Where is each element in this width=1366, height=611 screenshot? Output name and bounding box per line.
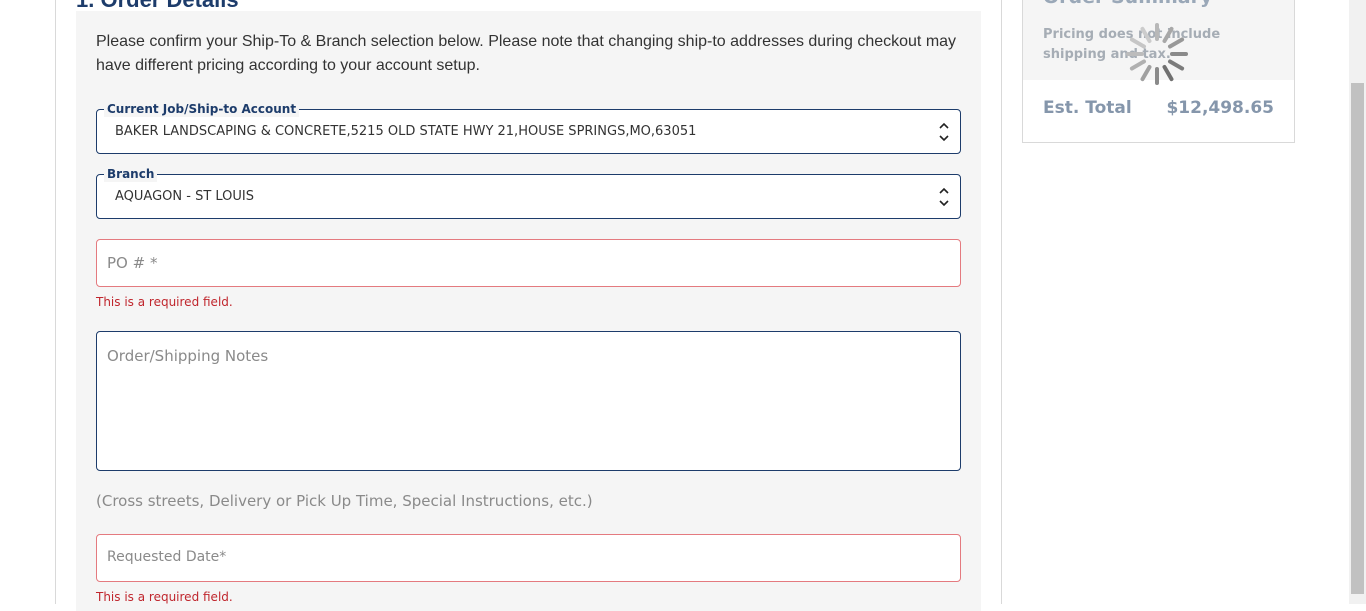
branch-select[interactable]: Branch AQUAGON - ST LOUIS xyxy=(96,166,961,219)
est-total-value: $12,498.65 xyxy=(1166,98,1274,118)
po-number-error: This is a required field. xyxy=(96,295,233,309)
requested-date-input[interactable]: Requested Date* xyxy=(96,534,961,582)
ship-to-account-value: BAKER LANDSCAPING & CONCRETE,5215 OLD ST… xyxy=(115,124,697,139)
order-summary-title: Order Summary xyxy=(1043,0,1212,8)
po-number-placeholder: PO # * xyxy=(107,254,158,272)
order-notes-hint: (Cross streets, Delivery or Pick Up Time… xyxy=(96,492,593,510)
po-number-input[interactable]: PO # * xyxy=(96,239,961,287)
scrollbar-thumb[interactable] xyxy=(1351,83,1364,594)
requested-date-placeholder: Requested Date* xyxy=(107,549,227,565)
order-shipping-notes-textarea[interactable]: Order/Shipping Notes xyxy=(96,331,961,471)
section-title: 1. Order Details xyxy=(76,0,239,13)
requested-date-error: This is a required field. xyxy=(96,590,233,604)
ship-to-account-select[interactable]: Current Job/Ship-to Account BAKER LANDSC… xyxy=(96,101,961,154)
up-down-chevron-icon xyxy=(938,184,950,210)
content-column-divider xyxy=(1001,0,1002,604)
order-shipping-notes-placeholder: Order/Shipping Notes xyxy=(107,347,269,365)
content-left-divider xyxy=(55,0,56,604)
shipto-intro-text: Please confirm your Ship-To & Branch sel… xyxy=(96,33,957,74)
branch-value: AQUAGON - ST LOUIS xyxy=(115,189,255,204)
branch-label: Branch xyxy=(104,166,158,182)
ship-to-account-label: Current Job/Ship-to Account xyxy=(104,101,300,117)
loading-spinner-icon xyxy=(1126,23,1188,85)
up-down-chevron-icon xyxy=(938,119,950,145)
est-total-label: Est. Total xyxy=(1043,98,1132,118)
